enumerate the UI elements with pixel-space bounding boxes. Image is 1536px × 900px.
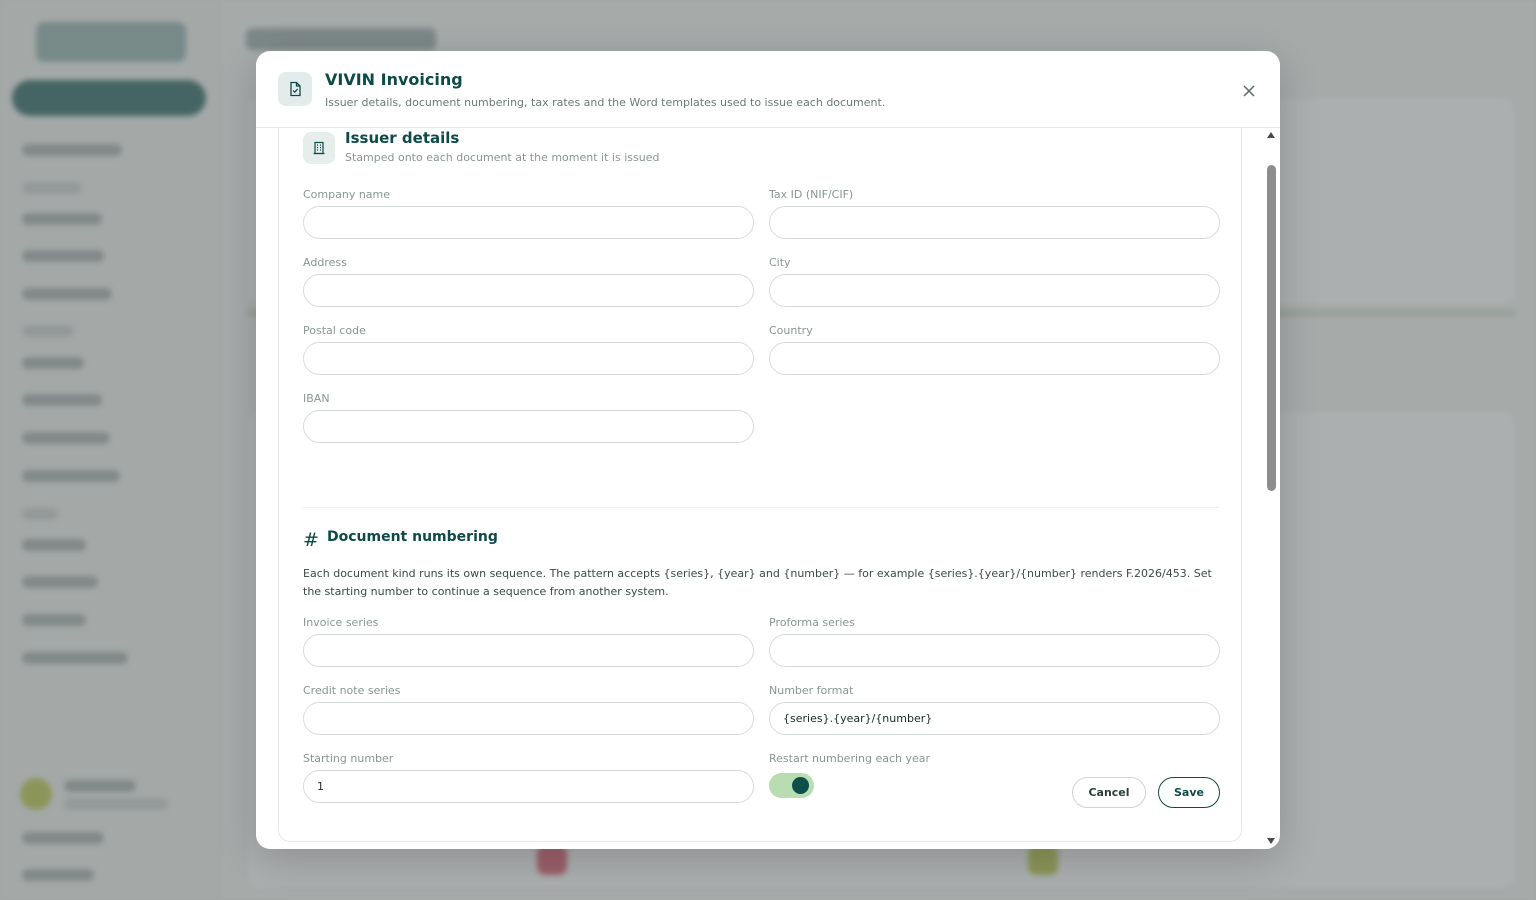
city-label: City	[769, 256, 791, 269]
modal-subtitle: Issuer details, document numbering, tax …	[325, 96, 886, 109]
issuer-section-title: Issuer details	[345, 129, 460, 147]
document-check-icon	[278, 72, 312, 106]
city-input[interactable]	[769, 274, 1220, 307]
tax-id-input[interactable]	[769, 206, 1220, 239]
scroll-up-arrow-icon[interactable]	[1267, 132, 1275, 138]
starting-number-input[interactable]	[303, 770, 754, 803]
proforma-series-input[interactable]	[769, 634, 1220, 667]
iban-label: IBAN	[303, 392, 330, 405]
modal-title: VIVIN Invoicing	[325, 70, 463, 89]
proforma-series-label: Proforma series	[769, 616, 855, 629]
cancel-button[interactable]: Cancel	[1072, 777, 1146, 808]
country-input[interactable]	[769, 342, 1220, 375]
country-label: Country	[769, 324, 813, 337]
modal-scrollbar[interactable]	[1263, 128, 1280, 849]
close-icon[interactable]	[1237, 79, 1261, 103]
credit-note-series-input[interactable]	[303, 702, 754, 735]
issuer-section-subtitle: Stamped onto each document at the moment…	[345, 151, 660, 164]
credit-note-series-label: Credit note series	[303, 684, 401, 697]
number-format-label: Number format	[769, 684, 854, 697]
iban-input[interactable]	[303, 410, 754, 443]
hash-icon: #	[303, 529, 319, 551]
company-name-input[interactable]	[303, 206, 754, 239]
building-icon	[303, 132, 335, 164]
settings-panel: Issuer details Stamped onto each documen…	[278, 128, 1242, 842]
starting-number-label: Starting number	[303, 752, 394, 765]
modal-header: VIVIN Invoicing Issuer details, document…	[256, 51, 1280, 128]
save-button[interactable]: Save	[1158, 777, 1220, 808]
scroll-down-arrow-icon[interactable]	[1267, 838, 1275, 844]
company-name-label: Company name	[303, 188, 391, 201]
section-divider	[303, 507, 1219, 508]
restart-numbering-label: Restart numbering each year	[769, 752, 931, 765]
address-input[interactable]	[303, 274, 754, 307]
numbering-description: Each document kind runs its own sequence…	[303, 567, 1212, 598]
invoice-series-input[interactable]	[303, 634, 754, 667]
tax-id-label: Tax ID (NIF/CIF)	[769, 188, 854, 201]
number-format-input[interactable]	[769, 702, 1220, 735]
modal-body[interactable]: Issuer details Stamped onto each documen…	[256, 128, 1280, 849]
scrollbar-thumb[interactable]	[1267, 165, 1276, 491]
postal-code-input[interactable]	[303, 342, 754, 375]
postal-code-label: Postal code	[303, 324, 366, 337]
invoicing-settings-modal: VIVIN Invoicing Issuer details, document…	[256, 51, 1280, 849]
address-label: Address	[303, 256, 347, 269]
restart-numbering-toggle[interactable]	[769, 773, 814, 798]
toggle-knob	[792, 777, 809, 794]
numbering-section-title: Document numbering	[327, 529, 498, 545]
invoice-series-label: Invoice series	[303, 616, 379, 629]
